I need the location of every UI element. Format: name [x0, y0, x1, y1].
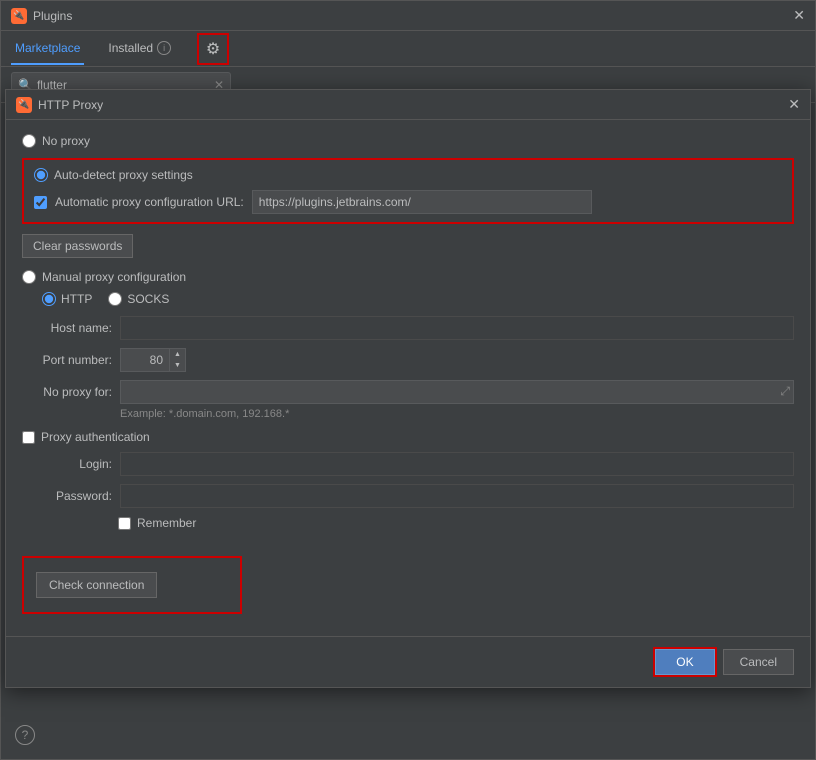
http-socks-row: HTTP SOCKS — [42, 292, 794, 306]
expand-icon: ⤢ — [780, 384, 790, 399]
proxy-titlebar: 🔌 HTTP Proxy ✕ — [6, 90, 810, 120]
plugins-title-icon: 🔌 — [11, 8, 27, 24]
no-proxy-for-label: No proxy for: — [22, 385, 112, 399]
check-connection-section: Check connection — [22, 556, 242, 614]
port-spinner: ▲ ▼ — [170, 348, 186, 372]
auto-proxy-url-label: Automatic proxy configuration URL: — [55, 195, 244, 209]
http-label: HTTP — [61, 292, 92, 306]
remember-checkbox[interactable] — [118, 517, 131, 530]
proxy-title-icon: 🔌 — [16, 97, 32, 113]
auto-detect-section: Auto-detect proxy settings Automatic pro… — [22, 158, 794, 224]
port-wrap: ▲ ▼ — [120, 348, 186, 372]
help-button[interactable]: ? — [15, 725, 35, 745]
manual-proxy-radio[interactable] — [22, 270, 36, 284]
port-up-button[interactable]: ▲ — [170, 349, 185, 360]
plugins-titlebar: 🔌 Plugins ✕ — [1, 1, 815, 31]
tab-marketplace[interactable]: Marketplace — [11, 33, 84, 65]
port-input[interactable] — [120, 348, 170, 372]
socks-label: SOCKS — [127, 292, 169, 306]
auto-detect-label: Auto-detect proxy settings — [54, 168, 193, 182]
port-number-label: Port number: — [22, 353, 112, 367]
auto-detect-radio[interactable] — [34, 168, 48, 182]
password-input[interactable] — [120, 484, 794, 508]
tab-marketplace-label: Marketplace — [15, 41, 80, 55]
host-name-input[interactable] — [120, 316, 794, 340]
manual-proxy-label: Manual proxy configuration — [42, 270, 186, 284]
no-proxy-radio[interactable] — [22, 134, 36, 148]
tab-installed[interactable]: Installed i — [104, 33, 175, 65]
no-proxy-for-row: No proxy for: ⤢ — [22, 380, 794, 404]
host-name-row: Host name: — [22, 316, 794, 340]
ok-button[interactable]: OK — [655, 649, 714, 675]
settings-gear-button[interactable]: ⚙ — [199, 35, 227, 63]
proxy-auth-row: Proxy authentication — [22, 430, 794, 444]
plugins-tabs: Marketplace Installed i ⚙ — [1, 31, 815, 67]
http-radio[interactable] — [42, 292, 56, 306]
login-label: Login: — [22, 457, 112, 471]
host-name-label: Host name: — [22, 321, 112, 335]
tab-installed-label: Installed — [108, 41, 153, 55]
auto-proxy-url-checkbox[interactable] — [34, 196, 47, 209]
port-number-row: Port number: ▲ ▼ — [22, 348, 794, 372]
example-text: Example: *.domain.com, 192.168.* — [120, 408, 794, 420]
proxy-url-input[interactable] — [252, 190, 592, 214]
proxy-auth-label: Proxy authentication — [41, 430, 150, 444]
remember-label: Remember — [137, 516, 196, 530]
manual-proxy-header: Manual proxy configuration — [22, 270, 794, 284]
password-row: Password: — [22, 484, 794, 508]
auto-detect-row: Auto-detect proxy settings — [34, 168, 782, 182]
proxy-footer: OK Cancel — [6, 636, 810, 687]
plugins-window-title: Plugins — [33, 9, 72, 23]
check-connection-button[interactable]: Check connection — [36, 572, 157, 598]
proxy-auth-checkbox[interactable] — [22, 431, 35, 444]
password-label: Password: — [22, 489, 112, 503]
plugins-close-button[interactable]: ✕ — [793, 7, 805, 24]
port-down-button[interactable]: ▼ — [170, 360, 185, 371]
proxy-title: 🔌 HTTP Proxy — [16, 97, 103, 113]
proxy-close-button[interactable]: ✕ — [788, 96, 800, 113]
login-input[interactable] — [120, 452, 794, 476]
socks-radio[interactable] — [108, 292, 122, 306]
remember-row: Remember — [118, 516, 794, 530]
clear-passwords-button[interactable]: Clear passwords — [22, 234, 133, 258]
plugins-window: 🔌 Plugins ✕ Marketplace Installed i ⚙ 🔍 … — [0, 0, 816, 760]
no-proxy-row: No proxy — [22, 134, 794, 148]
no-proxy-for-input[interactable] — [120, 380, 794, 404]
proxy-dialog-title: HTTP Proxy — [38, 98, 103, 112]
cancel-button[interactable]: Cancel — [723, 649, 794, 675]
no-proxy-label: No proxy — [42, 134, 90, 148]
proxy-dialog: 🔌 HTTP Proxy ✕ No proxy Auto-detect prox… — [5, 89, 811, 688]
installed-info-icon: i — [157, 41, 171, 55]
auto-proxy-url-row: Automatic proxy configuration URL: — [34, 190, 782, 214]
login-row: Login: — [22, 452, 794, 476]
titlebar-left: 🔌 Plugins — [11, 8, 72, 24]
no-proxy-input-wrap: ⤢ — [120, 380, 794, 404]
proxy-content: No proxy Auto-detect proxy settings Auto… — [6, 120, 810, 628]
